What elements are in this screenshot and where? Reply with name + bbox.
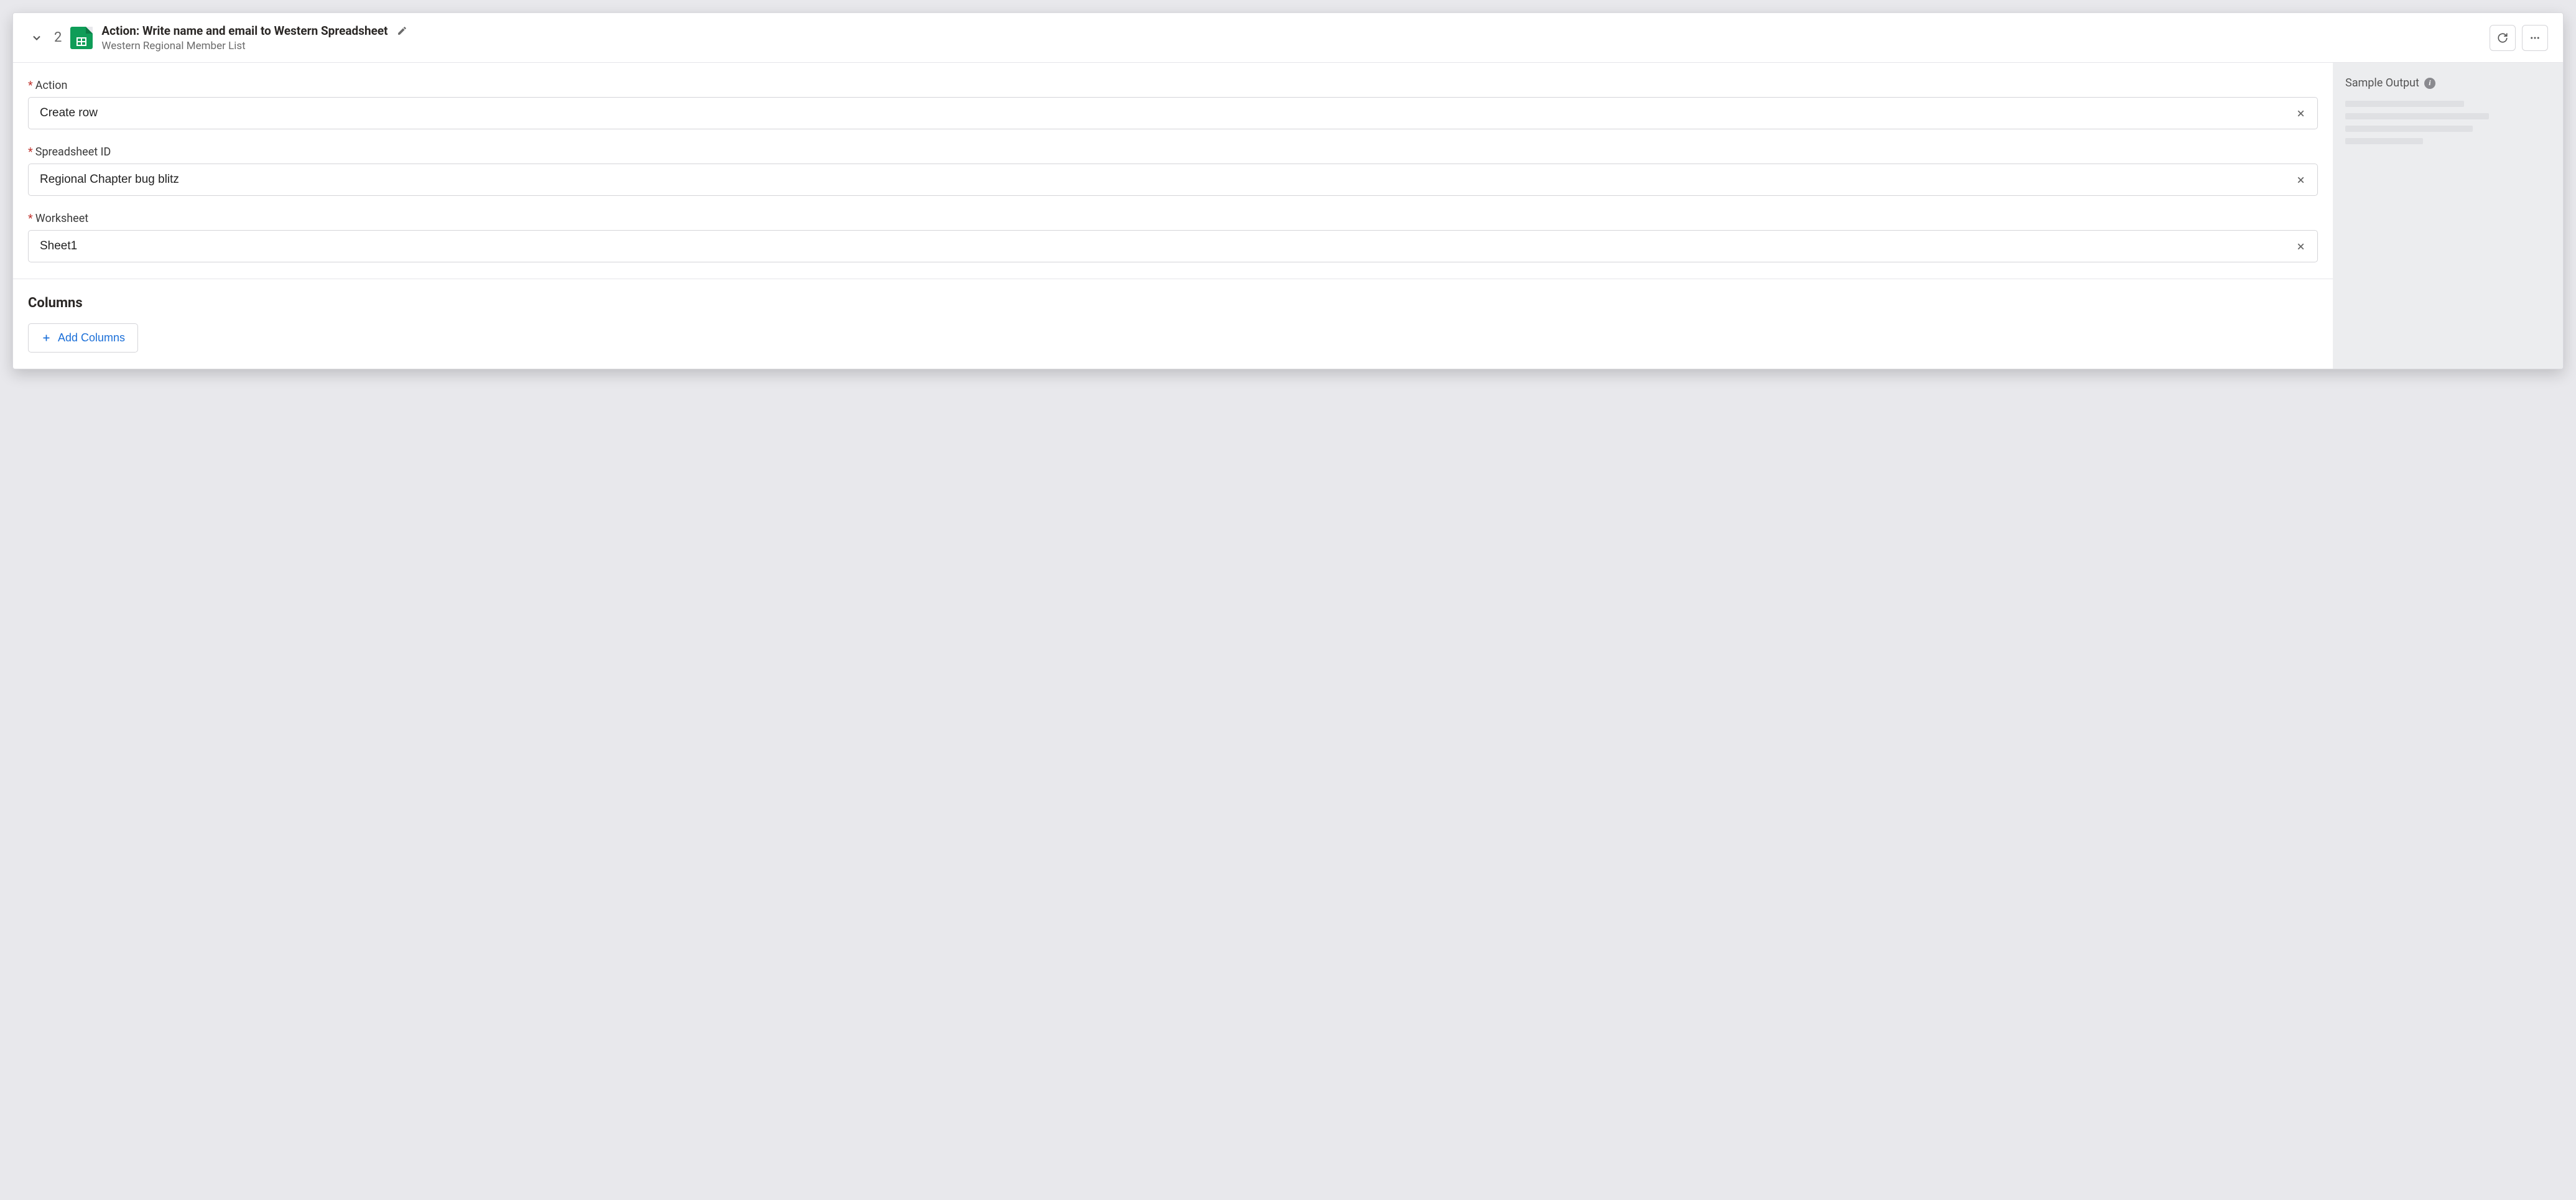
plus-icon — [41, 333, 52, 343]
required-indicator: * — [28, 145, 33, 159]
field-label-spreadsheet-id: *Spreadsheet ID — [28, 145, 2318, 159]
clear-spreadsheet-button[interactable] — [2284, 164, 2317, 195]
refresh-icon — [2497, 32, 2508, 44]
step-body: *Action *Spreadsheet ID — [13, 63, 2563, 369]
dots-horizontal-icon — [2529, 32, 2541, 44]
close-icon — [2296, 108, 2306, 119]
pencil-icon — [397, 25, 407, 36]
sample-output-heading: Sample Output i — [2345, 76, 2551, 90]
field-worksheet: *Worksheet — [28, 212, 2318, 262]
action-step-card: 2 Action: Write name and email to Wester… — [12, 12, 2564, 369]
worksheet-input[interactable] — [29, 231, 2284, 262]
placeholder-line — [2345, 101, 2464, 107]
title-block: Action: Write name and email to Western … — [101, 23, 2481, 52]
field-label-worksheet: *Worksheet — [28, 212, 2318, 225]
field-spreadsheet-id: *Spreadsheet ID — [28, 145, 2318, 196]
required-indicator: * — [28, 212, 33, 225]
edit-title-button[interactable] — [394, 23, 410, 39]
step-subtitle: Western Regional Member List — [101, 40, 2481, 52]
chevron-down-icon — [30, 32, 43, 44]
add-columns-button[interactable]: Add Columns — [28, 323, 138, 353]
close-icon — [2296, 175, 2306, 185]
placeholder-line — [2345, 126, 2473, 132]
collapse-toggle[interactable] — [28, 29, 45, 47]
step-number: 2 — [54, 30, 62, 45]
form-area: *Action *Spreadsheet ID — [13, 63, 2333, 369]
action-select[interactable] — [28, 97, 2318, 129]
more-actions-button[interactable] — [2522, 25, 2548, 51]
add-columns-label: Add Columns — [58, 331, 125, 344]
spreadsheet-input[interactable] — [29, 164, 2284, 195]
columns-heading: Columns — [28, 295, 2318, 311]
placeholder-line — [2345, 113, 2489, 119]
field-label-action: *Action — [28, 79, 2318, 92]
field-action: *Action — [28, 79, 2318, 129]
sample-output-panel: Sample Output i — [2333, 63, 2563, 369]
google-sheets-icon — [70, 27, 93, 49]
action-input[interactable] — [29, 98, 2284, 129]
refresh-button[interactable] — [2490, 25, 2516, 51]
clear-action-button[interactable] — [2284, 98, 2317, 129]
step-title: Action: Write name and email to Western … — [101, 24, 387, 38]
info-icon[interactable]: i — [2424, 78, 2435, 89]
header-actions — [2490, 25, 2548, 51]
spreadsheet-select[interactable] — [28, 164, 2318, 196]
clear-worksheet-button[interactable] — [2284, 231, 2317, 262]
step-header: 2 Action: Write name and email to Wester… — [13, 13, 2563, 63]
placeholder-line — [2345, 138, 2423, 144]
required-indicator: * — [28, 79, 33, 92]
worksheet-select[interactable] — [28, 230, 2318, 262]
close-icon — [2296, 241, 2306, 252]
